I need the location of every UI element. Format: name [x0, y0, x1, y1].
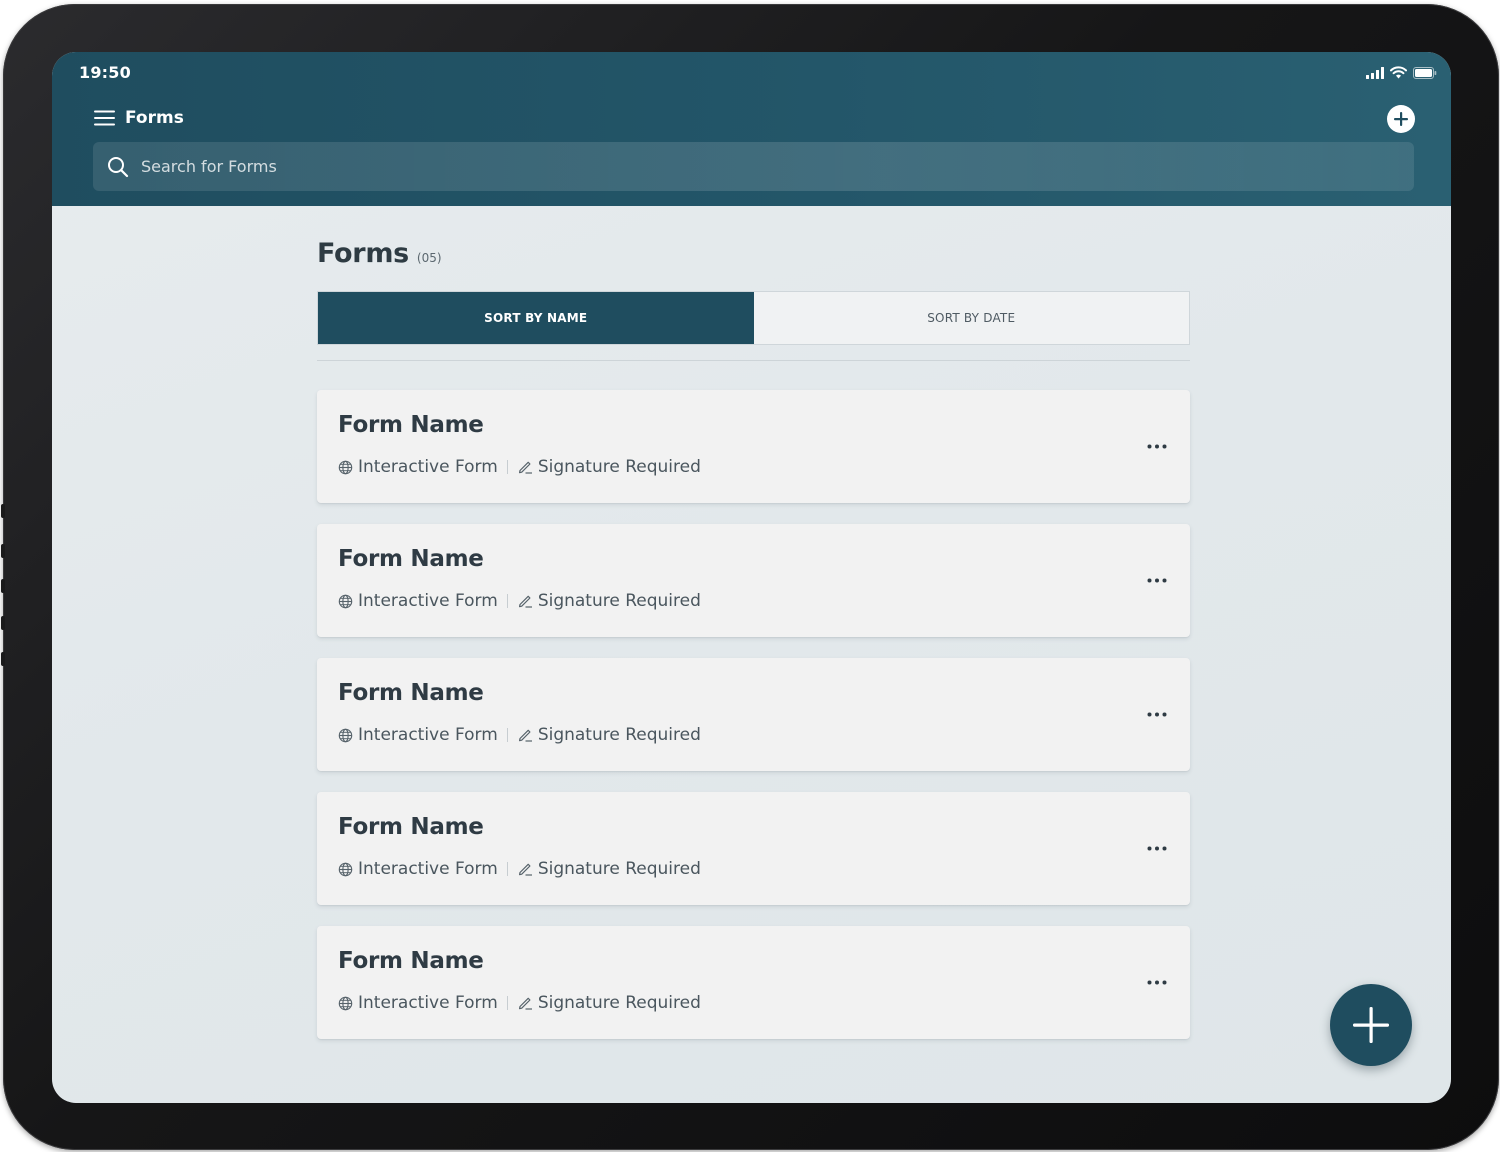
form-card[interactable]: Form Name Interactive Form Signature Req… [317, 926, 1190, 1039]
form-type: Interactive Form [358, 859, 498, 879]
pen-icon [518, 461, 532, 474]
battery-icon [1413, 66, 1437, 79]
more-options-button[interactable] [1146, 970, 1168, 994]
meta-separator [506, 460, 508, 474]
menu-button[interactable]: Forms [94, 108, 184, 128]
more-options-button[interactable] [1146, 836, 1168, 860]
globe-icon [338, 862, 353, 876]
more-horizontal-icon [1147, 980, 1167, 984]
form-meta: Interactive Form Signature Required [338, 725, 701, 745]
more-options-button[interactable] [1146, 702, 1168, 726]
app-header: 19:50 Forms Search for Forms [52, 52, 1451, 206]
page-title-text: Forms [317, 238, 409, 269]
form-name: Form Name [338, 680, 484, 706]
sort-toggle: SORT BY NAME SORT BY DATE [317, 291, 1190, 345]
hamburger-menu-icon [94, 110, 115, 126]
plus-icon [1353, 1007, 1389, 1043]
add-form-fab[interactable] [1330, 984, 1412, 1066]
device-side-button [1, 652, 5, 666]
meta-separator [506, 594, 508, 608]
more-options-button[interactable] [1146, 434, 1168, 458]
search-icon [108, 156, 129, 177]
form-name: Form Name [338, 412, 484, 438]
signal-icon [1366, 66, 1384, 79]
form-signature: Signature Required [537, 993, 701, 1013]
form-signature: Signature Required [537, 859, 701, 879]
form-meta: Interactive Form Signature Required [338, 591, 701, 611]
more-horizontal-icon [1147, 578, 1167, 582]
more-horizontal-icon [1147, 712, 1167, 716]
divider [317, 360, 1190, 361]
sort-by-name-button[interactable]: SORT BY NAME [318, 292, 754, 344]
form-name: Form Name [338, 814, 484, 840]
form-signature: Signature Required [537, 591, 701, 611]
device-side-button [1, 504, 5, 518]
globe-icon [338, 728, 353, 742]
sort-by-date-button[interactable]: SORT BY DATE [753, 292, 1189, 344]
form-meta: Interactive Form Signature Required [338, 457, 701, 477]
more-horizontal-icon [1147, 846, 1167, 850]
header-title: Forms [125, 108, 184, 128]
form-signature: Signature Required [537, 725, 701, 745]
device-side-button [1, 579, 5, 593]
form-type: Interactive Form [358, 725, 498, 745]
form-signature: Signature Required [537, 457, 701, 477]
search-input[interactable] [139, 142, 1414, 191]
form-type: Interactive Form [358, 993, 498, 1013]
form-card[interactable]: Form Name Interactive Form Signature Req… [317, 524, 1190, 637]
form-card[interactable]: Form Name Interactive Form Signature Req… [317, 390, 1190, 503]
device-side-button [1, 544, 5, 558]
app-screen: 19:50 Forms Search for Forms Forms (05) … [52, 52, 1451, 1103]
page-title: Forms (05) [317, 238, 1190, 278]
globe-icon [338, 594, 353, 608]
plus-icon [1394, 112, 1408, 126]
form-meta: Interactive Form Signature Required [338, 993, 701, 1013]
status-time: 19:50 [79, 63, 131, 82]
pen-icon [518, 863, 532, 876]
pen-icon [518, 729, 532, 742]
form-type: Interactive Form [358, 457, 498, 477]
forms-count: (05) [416, 251, 442, 265]
search-bar [93, 142, 1414, 191]
form-type: Interactive Form [358, 591, 498, 611]
globe-icon [338, 996, 353, 1010]
device-side-button [1, 616, 5, 630]
meta-separator [506, 862, 508, 876]
pen-icon [518, 997, 532, 1010]
more-options-button[interactable] [1146, 568, 1168, 592]
main-content: Forms (05) SORT BY NAME SORT BY DATE For… [317, 238, 1190, 1060]
form-name: Form Name [338, 546, 484, 572]
meta-separator [506, 728, 508, 742]
wifi-icon [1390, 66, 1407, 79]
form-card[interactable]: Form Name Interactive Form Signature Req… [317, 792, 1190, 905]
form-list: Form Name Interactive Form Signature Req… [317, 390, 1190, 1039]
header-add-button[interactable] [1387, 105, 1415, 133]
more-horizontal-icon [1147, 444, 1167, 448]
form-meta: Interactive Form Signature Required [338, 859, 701, 879]
meta-separator [506, 996, 508, 1010]
form-name: Form Name [338, 948, 484, 974]
globe-icon [338, 460, 353, 474]
pen-icon [518, 595, 532, 608]
status-icons [1366, 66, 1437, 79]
form-card[interactable]: Form Name Interactive Form Signature Req… [317, 658, 1190, 771]
